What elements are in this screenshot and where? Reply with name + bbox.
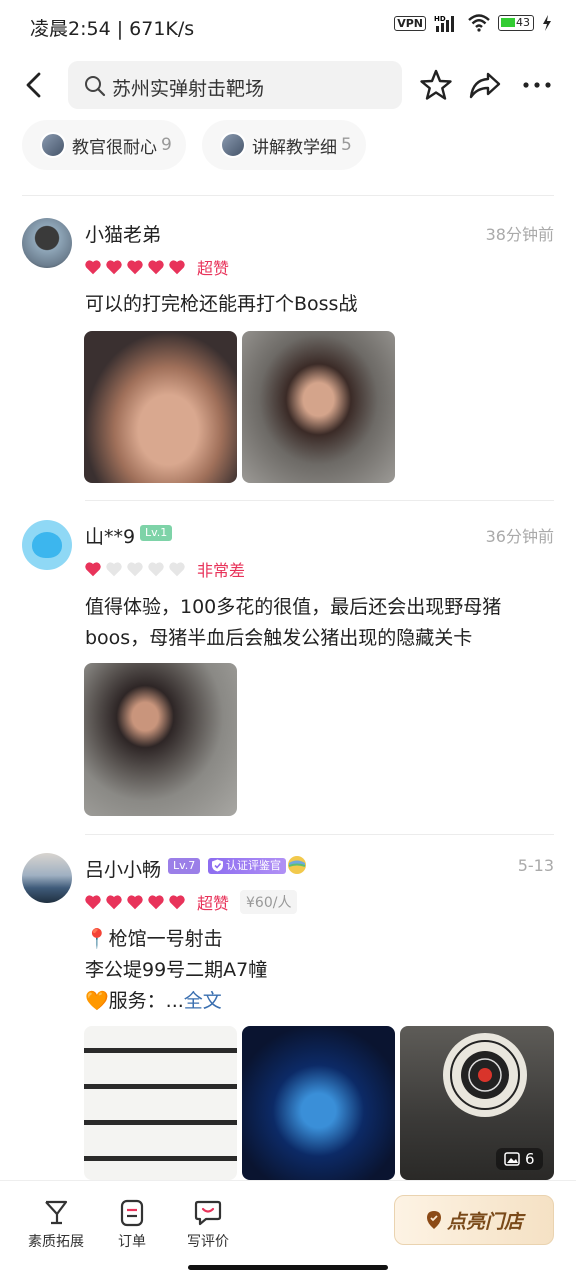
review-time: 5-13 [517,856,554,875]
rating-hearts: 非常差 [84,557,245,581]
bottom-item-write-review[interactable]: 写评价 [168,1199,248,1251]
level-badge: Lv.7 [168,858,201,874]
back-arrow-icon[interactable] [20,70,50,100]
shield-check-icon [212,859,223,872]
heart-icon [148,260,164,275]
avatar [220,132,246,158]
svg-text:HD: HD [434,15,446,23]
review-photo[interactable] [84,1026,237,1180]
divider [85,834,554,835]
bottom-item-orders[interactable]: 订单 [92,1199,172,1251]
light-up-store-button[interactable]: 点亮门店 [394,1195,554,1245]
cta-label: 点亮门店 [446,1210,523,1233]
review-text-line[interactable]: 📍枪馆一号射击 [85,924,223,955]
review-photo[interactable] [242,331,395,483]
bottom-item-label: 订单 [118,1234,146,1250]
target-icon [443,1033,527,1117]
wifi-icon [468,14,490,32]
heart-icon [169,895,185,910]
review-text-line[interactable]: 🧡服务：...全文 [85,986,222,1017]
heart-icon [106,895,122,910]
signal-icon: HD [434,15,454,32]
search-icon [85,76,106,97]
status-time: 凌晨2:54 | 671K/s [30,18,195,40]
level-badge: Lv.1 [140,525,173,541]
review-time: 36分钟前 [485,527,554,546]
heart-empty-icon [127,562,143,577]
rating-hearts: 超赞 ¥60/人 [84,890,298,914]
heart-empty-icon [106,562,122,577]
avatar[interactable] [22,853,72,903]
heart-icon [85,895,101,910]
rating-text: 超赞 [197,894,230,913]
charging-icon [543,15,551,31]
avatar[interactable] [22,520,72,570]
tag-count: 5 [341,135,352,155]
status-bar: 凌晨2:54 | 671K/s VPN HD 43 [0,0,576,52]
divider [85,500,554,501]
photo-count-badge[interactable]: 6 [496,1148,543,1170]
rating-text: 超赞 [197,259,230,278]
search-text: 苏州实弹射击靶场 [112,78,265,100]
user-name[interactable]: 山**9 [85,522,135,549]
share-icon[interactable] [468,68,502,102]
star-icon[interactable] [419,68,453,102]
heart-icon [148,895,164,910]
bottom-bar: 素质拓展 订单 写评价 点亮门店 [0,1180,576,1280]
cup-icon [45,1200,68,1225]
review-photo[interactable] [84,663,237,816]
avatar[interactable] [22,218,72,268]
cert-badge-label: 认证评鉴官 [226,859,281,872]
review-text-line[interactable]: 值得体验，100多花的很值，最后还会出现野母猪 [85,592,501,623]
heart-icon [127,895,143,910]
write-review-icon [194,1200,222,1226]
heart-empty-icon [169,562,185,577]
review-text-line[interactable]: 李公堤99号二期A7幢 [85,955,267,986]
battery-icon: 43 [498,15,534,31]
medal-icon [288,856,306,874]
tag-count: 9 [161,135,172,155]
bottom-item-label: 写评价 [187,1234,229,1250]
heart-icon [85,562,101,577]
user-name[interactable]: 小猫老弟 [85,220,161,247]
photo-count: 6 [525,1150,535,1168]
heart-icon [85,260,101,275]
review-time: 38分钟前 [485,225,554,244]
heart-icon [106,260,122,275]
review-text-prefix: 🧡服务：... [85,990,184,1012]
review-text-line[interactable]: boos，母猪半血后会触发公猪出现的隐藏关卡 [85,623,472,654]
gallery-icon [504,1152,520,1166]
heart-icon [127,260,143,275]
search-input[interactable]: 苏州实弹射击靶场 [68,61,402,109]
review-text[interactable]: 可以的打完枪还能再打个Boss战 [85,289,357,320]
avatar [40,132,66,158]
expand-full-text-link[interactable]: 全文 [184,990,222,1012]
tag-label: 讲解教学细 [252,137,337,158]
location-pin-icon [426,1211,441,1229]
tag-chip[interactable]: 教官很耐心 9 [22,120,186,170]
divider [22,195,554,196]
heart-icon [169,260,185,275]
vpn-icon: VPN [394,15,426,31]
review-photo[interactable]: 6 [400,1026,554,1180]
tag-chip[interactable]: 讲解教学细 5 [202,120,366,170]
status-icons: VPN HD 43 [394,14,552,32]
home-indicator [188,1265,388,1270]
rating-hearts: 超赞 [84,255,229,279]
avatar-figure [32,532,62,558]
review-photo[interactable] [84,331,237,483]
review-photo[interactable] [242,1026,395,1180]
bottom-item-expansion[interactable]: 素质拓展 [16,1199,96,1251]
tag-label: 教官很耐心 [72,137,157,158]
more-icon[interactable] [520,68,554,102]
rating-text: 非常差 [197,561,246,580]
order-icon [120,1199,144,1227]
price-tag: ¥60/人 [240,890,298,914]
bottom-item-label: 素质拓展 [28,1234,84,1250]
heart-empty-icon [148,562,164,577]
user-name[interactable]: 吕小小畅 [85,855,161,882]
